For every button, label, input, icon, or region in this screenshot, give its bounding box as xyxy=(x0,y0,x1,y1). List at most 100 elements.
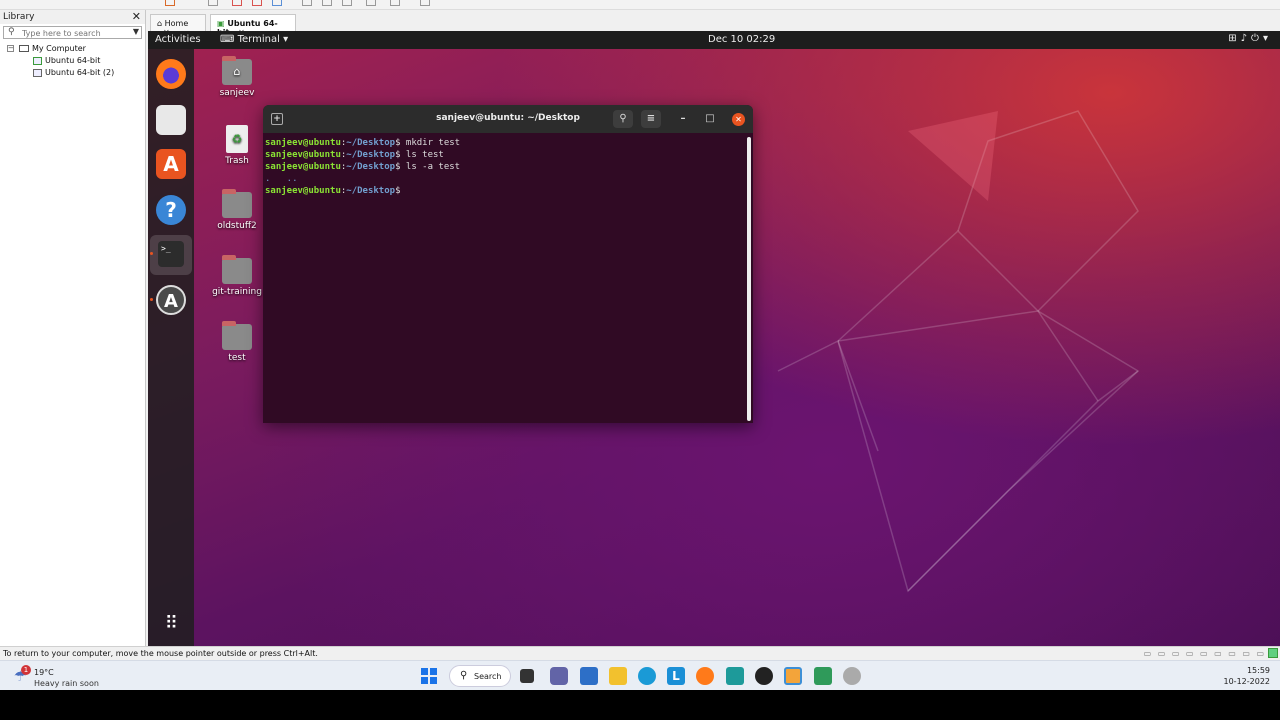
library-search-input[interactable] xyxy=(22,28,132,38)
vmware-status-bar: To return to your computer, move the mou… xyxy=(0,646,1280,660)
edge-icon[interactable] xyxy=(638,667,656,685)
stretch-icon[interactable] xyxy=(420,0,430,6)
search-icon: ⚲ xyxy=(460,670,468,681)
terminal-icon: ⌨ xyxy=(220,34,235,45)
windows-taskbar: ☂ 1 19°C Heavy rain soon ⚲ Search L 15:5… xyxy=(0,660,1280,690)
notepad-icon[interactable] xyxy=(814,667,832,685)
prompt-user: sanjeev@ubuntu xyxy=(265,150,341,160)
search-icon: ⚲ xyxy=(8,27,15,37)
wallpaper-accent xyxy=(908,111,998,201)
store-icon[interactable] xyxy=(580,667,598,685)
manage-snapshots-icon[interactable] xyxy=(272,0,282,6)
revert-snapshot-icon[interactable] xyxy=(252,0,262,6)
desktop-icon-folder[interactable]: test xyxy=(206,321,268,363)
show-apps-icon[interactable]: ⠿ xyxy=(156,609,186,639)
network-icon: ⊞ xyxy=(1228,33,1241,44)
app-teal-icon[interactable] xyxy=(726,667,744,685)
fullscreen-icon[interactable] xyxy=(342,0,352,6)
prompt-path: ~/Desktop xyxy=(346,186,396,196)
desktop-icon-trash[interactable]: ♻ Trash xyxy=(206,125,268,166)
prompt-path: ~/Desktop xyxy=(346,138,396,148)
system-tray[interactable]: ⊞♪⏻▾ xyxy=(1228,33,1272,44)
help-icon[interactable]: ? xyxy=(156,195,186,225)
vmware-power-icon[interactable] xyxy=(165,0,175,6)
windows-start-icon[interactable] xyxy=(420,667,438,685)
desktop-icon-folder[interactable]: oldstuff2 xyxy=(206,189,268,231)
terminal-dock-item[interactable]: >_ xyxy=(150,235,192,275)
snapshot-icon[interactable] xyxy=(232,0,242,6)
software-updater-icon[interactable]: A xyxy=(156,285,186,315)
tree-item-vm[interactable]: Ubuntu 64-bit xyxy=(0,55,145,67)
weather-temp: 19°C xyxy=(34,668,54,677)
command-output: . .. xyxy=(265,174,298,184)
taskbar-search[interactable]: ⚲ Search xyxy=(449,665,511,687)
terminal-scrollbar[interactable] xyxy=(747,137,751,421)
running-indicator xyxy=(150,298,153,301)
task-view-icon[interactable] xyxy=(520,669,534,683)
tab-label: Home xyxy=(164,19,189,28)
prompt-user: sanjeev@ubuntu xyxy=(265,162,341,172)
folder-icon xyxy=(222,189,252,218)
desktop-icon-folder[interactable]: git-training xyxy=(206,255,268,297)
tree-item-my-computer[interactable]: − My Computer xyxy=(0,43,145,55)
search-label: Search xyxy=(474,672,502,681)
vm-status-icon[interactable] xyxy=(1268,648,1278,658)
github-icon[interactable] xyxy=(755,667,773,685)
app-l-icon[interactable]: L xyxy=(667,667,685,685)
vmware-dropdown-icon[interactable] xyxy=(208,0,218,6)
power-icon: ⏻ xyxy=(1251,33,1263,44)
files-icon[interactable] xyxy=(156,105,186,135)
search-icon[interactable]: ⚲ xyxy=(613,110,633,128)
activities-button[interactable]: Activities xyxy=(155,34,201,45)
close-icon[interactable]: ✕ xyxy=(132,10,141,23)
weather-condition: Heavy rain soon xyxy=(34,679,99,688)
chevron-down-icon[interactable]: ▼ xyxy=(133,27,139,36)
device-icons[interactable]: ▭ ▭ ▭ ▭ ▭ ▭ ▭ ▭ ▭ xyxy=(1144,649,1266,658)
running-indicator xyxy=(150,252,153,255)
topbar-clock[interactable]: Dec 10 02:29 xyxy=(708,34,775,45)
teams-chat-icon[interactable] xyxy=(550,667,568,685)
maximize-icon[interactable]: □ xyxy=(702,111,718,127)
file-explorer-icon[interactable] xyxy=(609,667,627,685)
minimize-icon[interactable]: – xyxy=(675,111,691,127)
tree-item-label: My Computer xyxy=(32,44,86,53)
tree-item-vm[interactable]: Ubuntu 64-bit (2) xyxy=(0,67,145,79)
home-icon: ⌂ xyxy=(157,19,163,28)
close-icon[interactable]: ✕ xyxy=(732,113,745,126)
app-menu-label: Terminal xyxy=(237,34,280,45)
view-library-icon[interactable] xyxy=(302,0,312,6)
tab-ubuntu-64-bit[interactable]: ▣ Ubuntu 64-bit ✕ xyxy=(210,14,296,37)
app-center-icon[interactable]: A xyxy=(156,149,186,179)
terminal-line: sanjeev@ubuntu:~/Desktop$ ls test xyxy=(265,149,747,161)
terminal-line: sanjeev@ubuntu:~/Desktop$ mkdir test xyxy=(265,137,747,149)
unity-icon[interactable] xyxy=(366,0,376,6)
ubuntu-desktop[interactable]: Activities ⌨ Terminal ▾ Dec 10 02:29 ⊞♪⏻… xyxy=(148,31,1280,646)
collapse-icon[interactable]: − xyxy=(7,45,14,52)
library-panel: Library ✕ ⚲ ▼ − My Computer Ubuntu 64-bi… xyxy=(0,10,146,646)
terminal-line: sanjeev@ubuntu:~/Desktop$ xyxy=(265,185,747,197)
tree-item-label: Ubuntu 64-bit (2) xyxy=(45,68,115,77)
menu-icon[interactable]: ≡ xyxy=(641,110,661,128)
app-menu[interactable]: ⌨ Terminal ▾ xyxy=(220,34,288,45)
trash-icon: ♻ xyxy=(226,125,248,153)
terminal-output[interactable]: sanjeev@ubuntu:~/Desktop$ mkdir test san… xyxy=(263,137,747,423)
tab-strip: ⌂ Home ✕ ▣ Ubuntu 64-bit ✕ xyxy=(148,12,1280,37)
vm-icon xyxy=(33,69,42,77)
tab-home[interactable]: ⌂ Home ✕ xyxy=(150,14,206,37)
console-view-icon[interactable] xyxy=(390,0,400,6)
terminal-icon: >_ xyxy=(158,241,184,267)
computer-icon xyxy=(19,45,29,52)
firefox-icon[interactable] xyxy=(696,667,714,685)
command-text: $ mkdir test xyxy=(395,138,461,148)
terminal-title-bar[interactable]: + sanjeev@ubuntu: ~/Desktop ⚲ ≡ – □ ✕ xyxy=(263,105,753,133)
firefox-icon[interactable] xyxy=(156,59,186,89)
folder-icon xyxy=(222,255,252,284)
app-gray-icon[interactable] xyxy=(843,667,861,685)
library-search[interactable]: ⚲ ▼ xyxy=(3,26,142,39)
terminal-window[interactable]: + sanjeev@ubuntu: ~/Desktop ⚲ ≡ – □ ✕ sa… xyxy=(263,105,753,423)
desktop-icon-home[interactable]: ⌂ sanjeev xyxy=(206,56,268,98)
system-clock[interactable]: 15:59 10-12-2022 xyxy=(1224,665,1271,687)
vmware-icon[interactable] xyxy=(784,667,802,685)
view-thumbnail-icon[interactable] xyxy=(322,0,332,6)
vmware-toolbar xyxy=(0,0,1280,10)
